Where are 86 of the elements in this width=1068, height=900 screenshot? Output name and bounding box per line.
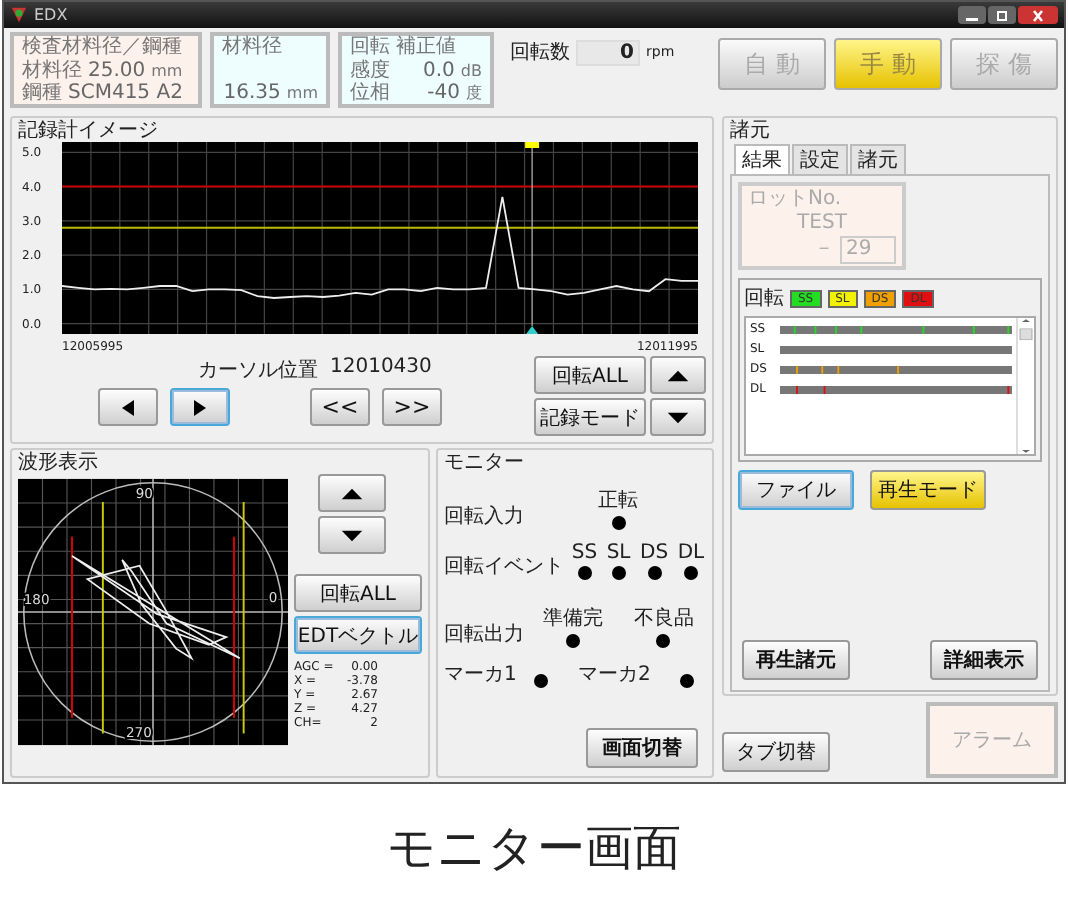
up-triangle-icon	[666, 365, 690, 385]
close-button[interactable]	[1018, 6, 1058, 24]
cursor-value: 12010430	[330, 356, 432, 382]
monitor-label: 回転入力	[444, 503, 524, 530]
status-lamp	[683, 566, 698, 580]
status-lamp	[611, 516, 625, 530]
mode-button[interactable]: 回転ALL	[534, 356, 646, 394]
waveform-button[interactable]: EDTベクトル	[294, 616, 422, 654]
status-lamp	[656, 634, 671, 648]
field-label: 位相	[350, 82, 390, 104]
action-button[interactable]: 再生諸元	[742, 640, 850, 680]
maximize-icon	[992, 9, 1012, 21]
field-label: 感度	[350, 59, 390, 81]
field-value: 25.00	[88, 59, 146, 81]
down-button[interactable]	[650, 398, 706, 436]
lamp-caption: SS	[571, 542, 598, 564]
waveform-button[interactable]: 回転ALL	[294, 574, 422, 612]
mode-button[interactable]: 記録モード	[534, 398, 646, 436]
field-value: 0.0	[423, 59, 455, 81]
lot-value: TEST	[795, 212, 849, 236]
monitor-label: 回転イベント	[444, 554, 564, 580]
down-triangle-icon	[666, 407, 690, 427]
tab[interactable]: 結果	[734, 144, 790, 174]
rpm-label: 回転数	[510, 40, 570, 66]
field-value: -40	[427, 82, 460, 104]
tab[interactable]: 設定	[792, 144, 848, 174]
lamp-caption: DS	[640, 542, 669, 564]
group-title: 諸元	[730, 120, 772, 142]
group-title: 波形表示	[18, 452, 100, 474]
monitor-label: 回転出力	[444, 621, 524, 648]
panel-title: 材料径	[222, 36, 284, 58]
tab-switch-button[interactable]: タブ切替	[722, 732, 830, 772]
down-button[interactable]	[318, 516, 386, 554]
field-label: 鋼種	[22, 82, 62, 104]
app-icon	[10, 6, 28, 24]
lamp-caption: 不良品	[633, 605, 694, 632]
previous-button[interactable]	[98, 388, 158, 426]
lamp-caption: SL	[606, 542, 631, 564]
group-title: 記録計イメージ	[18, 120, 160, 142]
status-lamp	[565, 634, 580, 648]
action-button[interactable]: 詳細表示	[930, 640, 1038, 680]
lamp-caption: 正転	[598, 488, 638, 514]
status-lamp	[534, 674, 549, 688]
cursor-label: カーソル位置	[198, 357, 318, 384]
status-lamp	[647, 566, 662, 580]
lot-number-field: 29	[840, 236, 896, 264]
next-button[interactable]	[170, 388, 230, 426]
status-lamp	[577, 566, 592, 580]
field-label: 材料径	[22, 59, 82, 81]
field-value: 16.35	[223, 82, 281, 104]
unit-label: mm	[151, 59, 183, 81]
panel-title: 検査材料径／鋼種	[22, 36, 184, 58]
group-title: モニター	[444, 452, 526, 474]
alarm-indicator: アラーム	[926, 702, 1058, 778]
rpm-value: 0	[576, 39, 640, 65]
file-button[interactable]: 再生モード	[870, 470, 986, 510]
up-button[interactable]	[318, 474, 386, 512]
legend-label: 回転	[744, 286, 784, 312]
monitor-label: マーカ1	[444, 662, 517, 688]
unit-label: mm	[286, 82, 318, 104]
dash-label: －	[814, 238, 834, 262]
maximize-button[interactable]	[988, 6, 1016, 24]
panel-title: 回転 補正値	[350, 36, 459, 58]
window-title: EDX	[34, 6, 68, 24]
up-triangle-icon	[340, 483, 364, 503]
field-value: SCM415 A2	[68, 82, 183, 104]
lamp-caption: DL	[677, 542, 705, 564]
screen-switch-button[interactable]: 画面切替	[586, 728, 698, 768]
down-triangle-icon	[340, 525, 364, 545]
figure-caption: モニター画面	[385, 818, 683, 880]
tab[interactable]: 諸元	[850, 144, 906, 174]
unit-label: 度	[466, 82, 482, 104]
skip-button[interactable]: >>	[382, 388, 442, 426]
status-lamp	[680, 674, 695, 688]
skip-button[interactable]: <<	[310, 388, 370, 426]
unit-label: dB	[460, 59, 482, 81]
minimize-button[interactable]	[958, 6, 986, 24]
file-button[interactable]: ファイル	[738, 470, 854, 510]
lamp-caption: 準備完	[542, 605, 603, 632]
scrollbar[interactable]	[1016, 318, 1034, 454]
up-button[interactable]	[650, 356, 706, 394]
lot-label: ロットNo.	[748, 188, 844, 212]
status-lamp	[611, 566, 626, 580]
monitor-label: マーカ2	[578, 662, 651, 688]
close-icon	[1028, 9, 1048, 21]
cursor-marker[interactable]	[525, 142, 540, 334]
